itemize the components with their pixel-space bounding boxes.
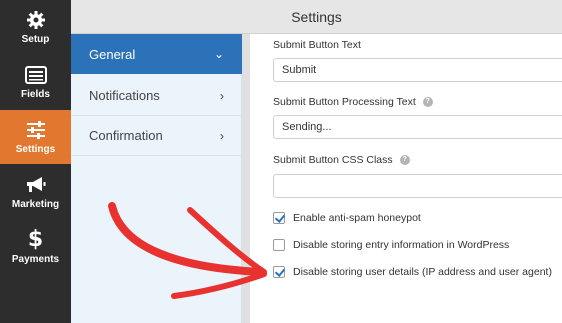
rail-item-setup[interactable]: Setup: [0, 0, 71, 54]
entry-storage-checkbox[interactable]: [273, 239, 285, 251]
css-class-label: Submit Button CSS Class ?: [273, 154, 410, 166]
processing-text-label: Submit Button Processing Text ?: [273, 96, 433, 108]
submit-text-label-text: Submit Button Text: [273, 39, 361, 51]
user-details-label: Disable storing user details (IP address…: [293, 266, 552, 278]
processing-text-input[interactable]: Sending...: [273, 115, 562, 139]
rail-item-settings[interactable]: Settings: [0, 110, 71, 164]
processing-text-value: Sending...: [282, 121, 332, 133]
subnav-label-notifications: Notifications: [89, 88, 160, 103]
user-details-checkbox[interactable]: [273, 266, 285, 278]
honeypot-option[interactable]: Enable anti-spam honeypot: [273, 212, 421, 224]
help-icon[interactable]: ?: [422, 97, 433, 107]
rail-item-marketing[interactable]: Marketing: [0, 165, 71, 219]
entry-storage-label: Disable storing entry information in Wor…: [293, 239, 510, 251]
subnav-item-notifications[interactable]: Notifications ›: [71, 76, 242, 116]
rail-item-payments[interactable]: $ Payments: [0, 220, 71, 274]
rail-label-payments: Payments: [11, 254, 60, 265]
css-class-input[interactable]: [273, 174, 562, 198]
processing-text-label-text: Submit Button Processing Text: [273, 96, 416, 108]
page-title: Settings: [291, 8, 342, 25]
rail-item-fields[interactable]: Fields: [0, 55, 71, 109]
subnav-item-general[interactable]: General ⌄: [71, 34, 242, 74]
megaphone-icon: [25, 174, 47, 196]
subnav-item-confirmation[interactable]: Confirmation ›: [71, 116, 242, 156]
rail-label-marketing: Marketing: [11, 199, 60, 210]
honeypot-label: Enable anti-spam honeypot: [293, 212, 421, 224]
user-details-option[interactable]: Disable storing user details (IP address…: [273, 266, 552, 278]
dollar-icon: $: [27, 227, 44, 252]
submit-text-value: Submit: [282, 64, 317, 76]
chevron-down-icon: ⌄: [213, 47, 224, 61]
subnav-label-general: General: [89, 46, 136, 62]
settings-subnav: General ⌄ Notifications › Confirmation ›: [71, 34, 242, 323]
submit-text-label: Submit Button Text: [273, 39, 361, 51]
gear-icon: [25, 9, 47, 31]
general-settings-panel: Submit Button Text Submit Submit Button …: [250, 34, 562, 323]
help-icon[interactable]: ?: [399, 155, 410, 165]
left-rail: Setup Fields Settings Marketing $ Paymen…: [0, 0, 71, 323]
entry-storage-option[interactable]: Disable storing entry information in Wor…: [273, 239, 509, 251]
rail-label-settings: Settings: [15, 144, 56, 155]
header-bar: Settings: [71, 0, 562, 34]
rail-label-fields: Fields: [21, 89, 50, 100]
chevron-right-icon: ›: [220, 129, 224, 143]
honeypot-checkbox[interactable]: [273, 212, 285, 224]
rail-label-setup: Setup: [21, 34, 50, 45]
list-icon: [24, 64, 47, 86]
panel-divider: [242, 34, 250, 323]
css-class-label-text: Submit Button CSS Class: [273, 154, 393, 166]
submit-text-input[interactable]: Submit: [273, 58, 562, 82]
subnav-label-confirmation: Confirmation: [89, 128, 163, 143]
chevron-right-icon: ›: [220, 89, 224, 103]
sliders-icon: [25, 119, 47, 141]
